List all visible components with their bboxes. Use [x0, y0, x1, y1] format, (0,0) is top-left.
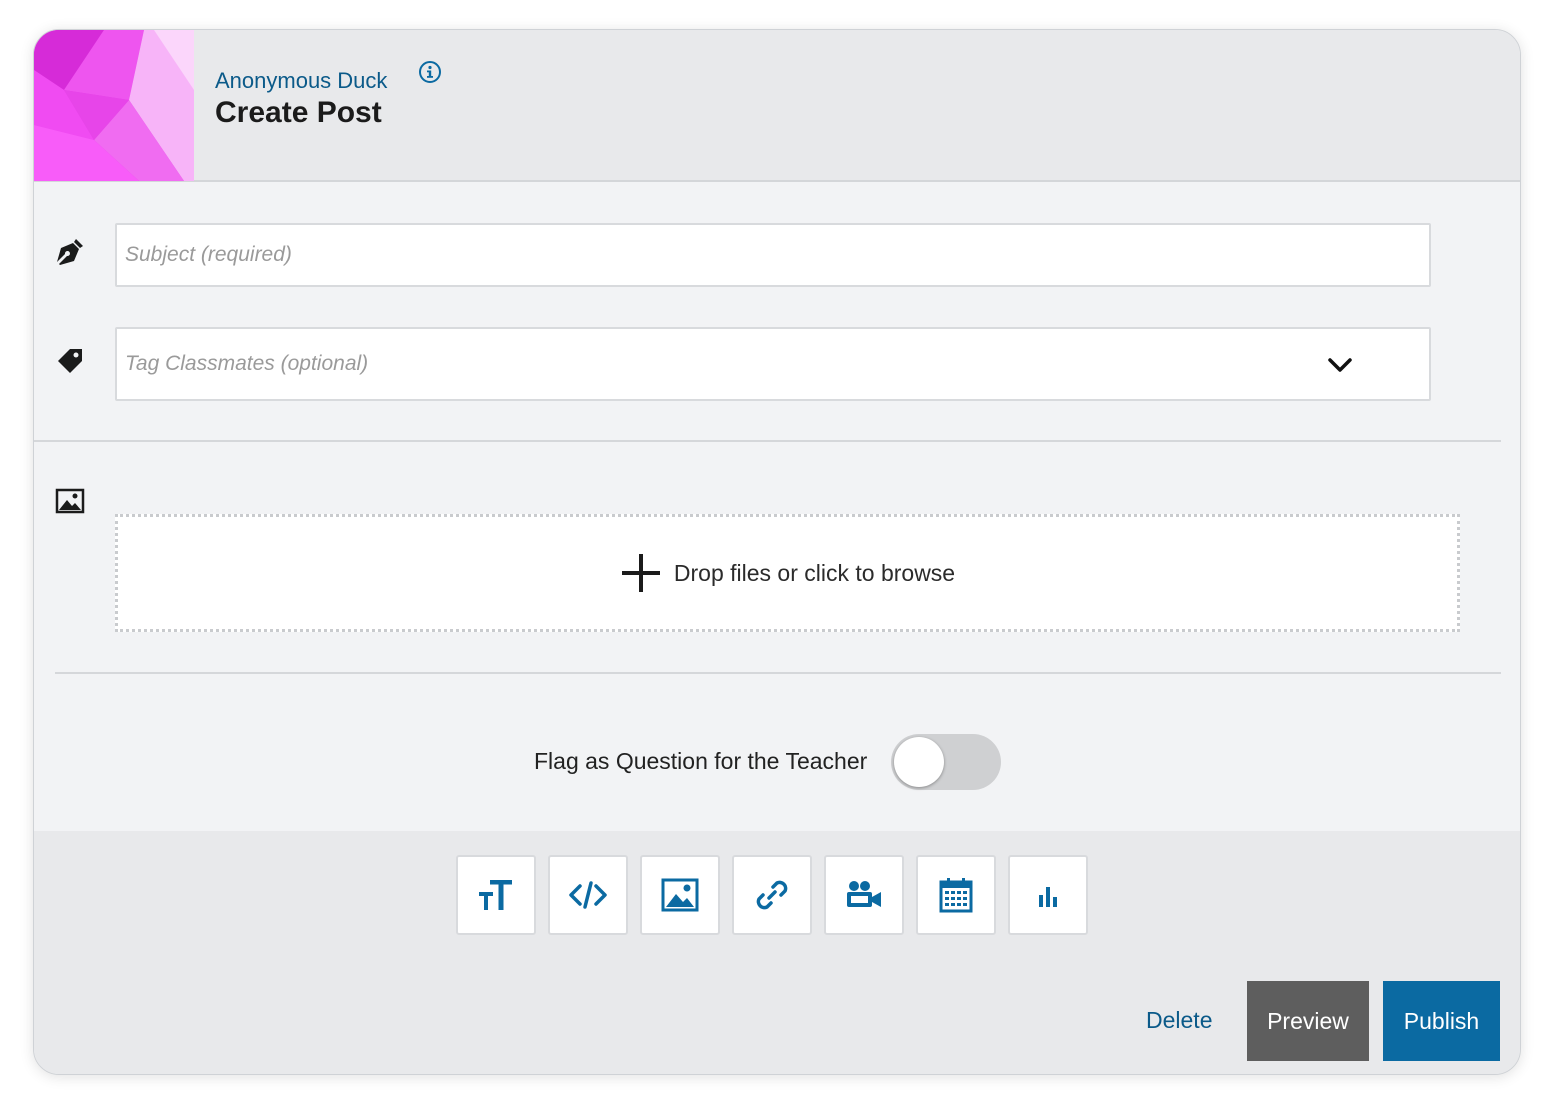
publish-button[interactable]: Publish [1383, 981, 1500, 1061]
insert-video-button[interactable] [824, 855, 904, 935]
info-icon[interactable] [418, 60, 442, 84]
post-header: Anonymous Duck Create Post [34, 30, 1520, 182]
flag-question-toggle[interactable] [891, 734, 1001, 790]
video-camera-icon [847, 881, 881, 907]
create-post-card: Anonymous Duck Create Post Tag Classmate… [33, 29, 1521, 1075]
insert-image-button[interactable] [640, 855, 720, 935]
flag-question-label: Flag as Question for the Teacher [534, 748, 868, 774]
toggle-knob [894, 737, 944, 787]
file-dropzone[interactable]: Drop files or click to browse [115, 514, 1460, 632]
text-size-icon [479, 880, 512, 910]
code-icon [569, 881, 607, 909]
divider [55, 672, 1501, 674]
link-icon [756, 880, 788, 910]
code-button[interactable] [548, 855, 628, 935]
preview-button[interactable]: Preview [1247, 981, 1369, 1061]
calendar-icon [939, 878, 973, 913]
tag-classmates-placeholder: Tag Classmates (optional) [125, 352, 369, 375]
dropzone-label: Drop files or click to browse [673, 559, 956, 586]
tag-icon [54, 345, 86, 377]
author-name: Anonymous Duck [215, 68, 388, 93]
insert-poll-button[interactable] [1008, 855, 1088, 935]
insert-event-button[interactable] [916, 855, 996, 935]
subject-input[interactable] [115, 223, 1431, 287]
text-size-button[interactable] [456, 855, 536, 935]
image-icon [661, 878, 699, 912]
page-title: Create Post [215, 96, 382, 129]
divider [34, 440, 1501, 442]
tag-classmates-select[interactable]: Tag Classmates (optional) [115, 327, 1431, 401]
plus-icon [620, 552, 662, 594]
pen-icon [54, 236, 86, 268]
delete-button[interactable]: Delete [1146, 1007, 1212, 1034]
bar-chart-icon [1039, 887, 1057, 907]
avatar [34, 30, 194, 181]
post-footer: Delete Preview Publish [34, 831, 1520, 1074]
image-icon [54, 486, 86, 518]
chevron-down-icon [1327, 355, 1353, 375]
insert-link-button[interactable] [732, 855, 812, 935]
